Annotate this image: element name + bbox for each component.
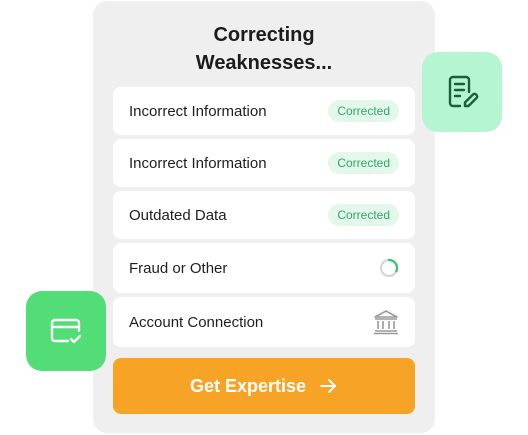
list-item-account-connection: Account Connection [113,297,415,347]
weakness-panel: Correcting Weaknesses... Incorrect Infor… [93,1,435,433]
list-item-outdated-data: Outdated Data Corrected [113,191,415,239]
loading-spinner-icon [379,258,399,278]
document-edit-tile [422,52,502,132]
title-line-1: Correcting [213,24,315,46]
list-item-label: Incorrect Information [129,102,267,120]
list-item-incorrect-information-2: Incorrect Information Corrected [113,139,415,187]
arrow-right-icon [320,379,337,393]
get-expertise-button[interactable]: Get Expertise [113,358,415,414]
list-item-label: Incorrect Information [129,154,267,172]
list-item-label: Fraud or Other [129,259,228,277]
list-item-fraud-or-other: Fraud or Other [113,243,415,293]
card-check-icon [50,318,82,344]
bank-icon [374,310,398,335]
get-expertise-label: Get Expertise [189,375,307,396]
list-item-label: Account Connection [129,313,264,331]
title-line-2: Weaknesses... [195,52,333,74]
status-badge: Corrected [328,152,399,174]
list-item-incorrect-information-1: Incorrect Information Corrected [113,87,415,135]
status-badge: Corrected [328,204,399,226]
card-check-tile [26,291,106,371]
panel-title: Correcting Weaknesses... [93,21,435,77]
list-item-label: Outdated Data [129,206,227,224]
status-badge: Corrected [328,100,399,122]
document-edit-icon [448,75,479,108]
